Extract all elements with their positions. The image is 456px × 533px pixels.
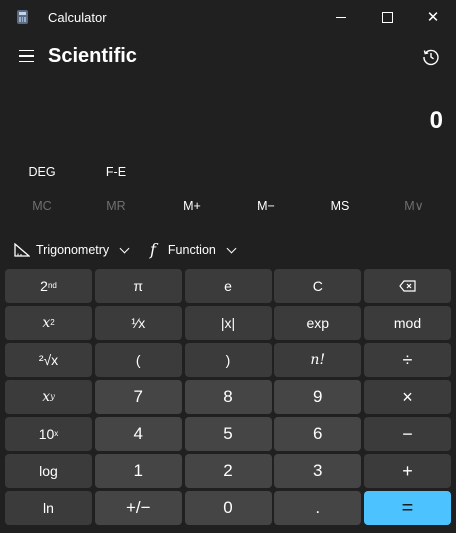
maximize-icon [381,11,393,23]
digit-7-button[interactable]: 7 [94,380,182,414]
digit-8-button[interactable]: 8 [184,380,272,414]
clear-button[interactable]: C [274,269,362,303]
right-parenthesis-button[interactable]: ) [184,343,272,377]
digit-6-button[interactable]: 6 [274,417,362,451]
triangle-ruler-icon [14,243,30,257]
function-f-icon: f [150,240,156,259]
deg-toggle-button[interactable]: DEG [12,160,72,184]
close-icon: ✕ [426,9,440,26]
multiply-button[interactable]: × [364,380,451,414]
minimize-button[interactable] [318,0,364,34]
backspace-icon [399,280,416,292]
e-button[interactable]: e [184,269,272,303]
negate-button[interactable]: +/− [94,491,182,525]
reciprocal-button[interactable]: ¹⁄x [94,306,182,340]
absolute-value-button[interactable]: |x| [184,306,272,340]
memory-add-button[interactable]: M+ [162,194,222,218]
pi-button[interactable]: π [94,269,182,303]
keypad: 2nd π e C x2 ¹⁄x |x| exp mod ²√x ( ) n! … [5,269,451,529]
chevron-down-icon [119,243,130,253]
divide-button[interactable]: ÷ [364,343,451,377]
decimal-point-button[interactable]: . [274,491,362,525]
natural-log-button[interactable]: ln [5,491,92,525]
result-display: 0 [429,107,443,134]
memory-subtract-button[interactable]: M− [236,194,296,218]
add-button[interactable]: + [364,454,451,488]
square-root-button[interactable]: ²√x [5,343,92,377]
hamburger-icon [18,49,34,52]
memory-store-button[interactable]: MS [310,194,370,218]
function-label: Function [167,243,216,257]
history-button[interactable] [418,44,444,70]
equals-button[interactable]: = [364,491,451,525]
memory-list-button[interactable]: M∨ [384,194,444,218]
fe-toggle-button[interactable]: F-E [86,160,146,184]
calculator-app-icon [17,10,28,24]
digit-2-button[interactable]: 2 [184,454,272,488]
exp-button[interactable]: exp [274,306,362,340]
factorial-button[interactable]: n! [274,343,362,377]
ten-power-button[interactable]: 10 x [5,417,92,451]
function-dropdown-row: Trigonometry f Function [0,238,456,262]
power-button[interactable]: xy [5,380,92,414]
second-function-button[interactable]: 2nd [5,269,92,303]
trigonometry-label: Trigonometry [36,243,110,257]
minimize-icon [336,16,346,18]
window-title: Calculator [48,10,107,25]
navigation-menu-button[interactable] [14,44,38,68]
digit-0-button[interactable]: 0 [184,491,272,525]
square-button[interactable]: x2 [5,306,92,340]
backspace-button[interactable] [364,269,451,303]
trigonometry-dropdown[interactable]: Trigonometry [14,238,130,262]
chevron-down-icon [226,243,237,253]
subtract-button[interactable]: − [364,417,451,451]
digit-9-button[interactable]: 9 [274,380,362,414]
digit-5-button[interactable]: 5 [184,417,272,451]
function-dropdown[interactable]: f Function [150,238,237,262]
left-parenthesis-button[interactable]: ( [94,343,182,377]
close-button[interactable]: ✕ [410,0,456,34]
maximize-button[interactable] [364,0,410,34]
digit-1-button[interactable]: 1 [94,454,182,488]
memory-clear-button[interactable]: MC [12,194,72,218]
history-icon [423,49,439,66]
digit-3-button[interactable]: 3 [274,454,362,488]
mod-button[interactable]: mod [364,306,451,340]
title-bar: Calculator ✕ [0,0,456,34]
memory-recall-button[interactable]: MR [86,194,146,218]
log-button[interactable]: log [5,454,92,488]
memory-row: MC MR M+ M− MS M∨ [0,194,456,218]
digit-4-button[interactable]: 4 [94,417,182,451]
angle-row: DEG F-E [0,160,456,184]
calculator-mode-title: Scientific [48,45,137,67]
